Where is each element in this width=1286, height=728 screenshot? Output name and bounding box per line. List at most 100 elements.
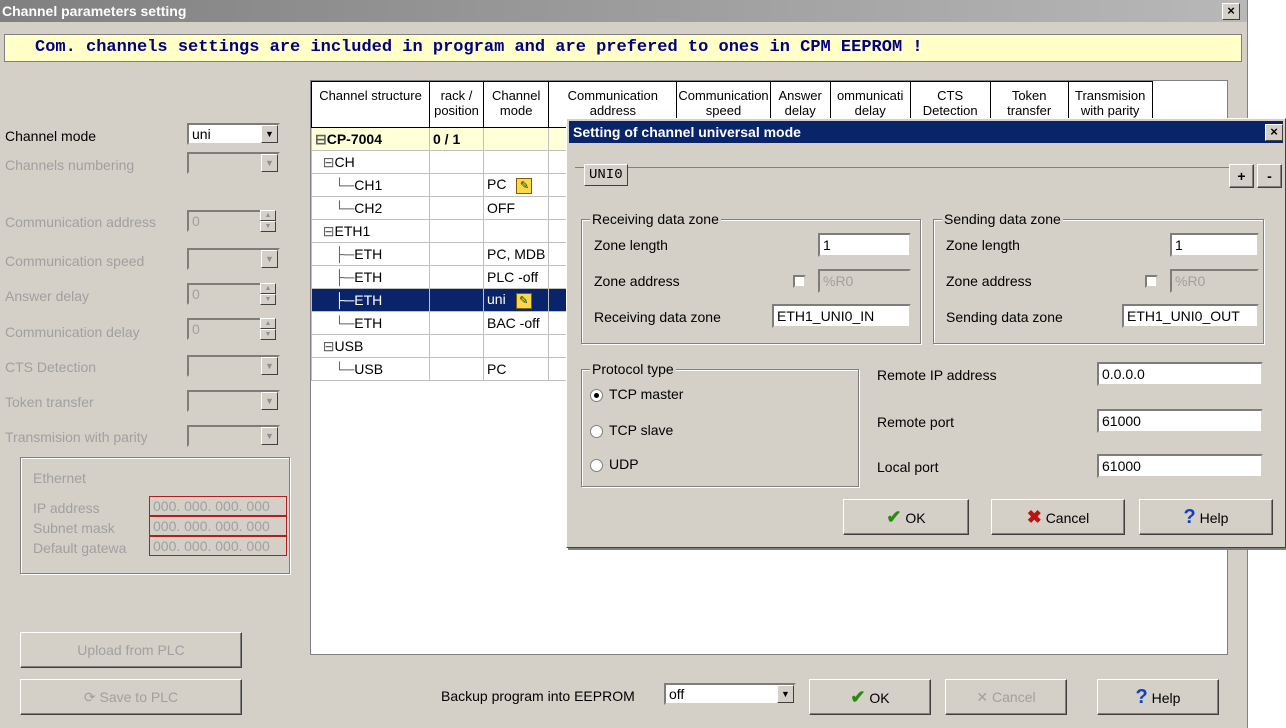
tx-address-checkbox[interactable]: [1145, 275, 1158, 288]
remote-port-field[interactable]: 61000: [1097, 409, 1263, 433]
tree-cell[interactable]: └─CH2: [311, 196, 430, 220]
tcp-slave-label[interactable]: TCP slave: [609, 422, 673, 438]
grid-header[interactable]: rack / position: [429, 81, 484, 128]
parity-select[interactable]: ▼: [187, 425, 280, 447]
edit-note-icon[interactable]: ✎: [515, 292, 532, 309]
channel-mode-cell[interactable]: uni ✎: [482, 288, 550, 312]
chevron-down-icon[interactable]: ▼: [261, 125, 278, 143]
tree-cell[interactable]: ├─ETH: [311, 265, 430, 289]
backup-select[interactable]: off ▼: [664, 683, 796, 705]
udp-radio[interactable]: [590, 459, 603, 472]
tree-cell[interactable]: └─CH1: [311, 173, 430, 197]
tx-address-label: Zone address: [946, 273, 1032, 289]
channel-mode-cell[interactable]: PC: [482, 357, 550, 381]
channel-mode-select[interactable]: uni ▼: [187, 123, 280, 145]
tree-branch-icon[interactable]: ⊟: [315, 154, 335, 170]
tree-branch-icon[interactable]: ⊟: [315, 338, 335, 354]
chevron-down-icon[interactable]: ▼: [261, 154, 278, 172]
tree-branch-icon[interactable]: └─: [315, 200, 354, 216]
tx-zone-field[interactable]: ETH1_UNI0_OUT: [1122, 304, 1259, 328]
tree-cell[interactable]: ├─ETH: [311, 288, 430, 312]
tree-cell[interactable]: ├─ETH: [311, 242, 430, 266]
spin-down-icon[interactable]: ▼: [260, 221, 276, 232]
comm-delay-label: Communication delay: [5, 324, 140, 340]
help-button[interactable]: ? Help: [1097, 679, 1219, 715]
tx-address-field[interactable]: %R0: [1170, 269, 1259, 293]
tree-cell[interactable]: ⊟CH: [311, 150, 430, 174]
spin-down-icon[interactable]: ▼: [260, 294, 276, 305]
edit-note-icon[interactable]: ✎: [516, 177, 533, 194]
close-icon[interactable]: ×: [1265, 124, 1283, 141]
tcp-master-radio[interactable]: [590, 389, 603, 402]
tree-cell[interactable]: ⊟USB: [311, 334, 430, 358]
answer-delay-spinner[interactable]: 0 ▲ ▼: [187, 283, 276, 305]
add-tab-button[interactable]: +: [1229, 164, 1254, 188]
close-icon[interactable]: ×: [1222, 3, 1240, 20]
tree-branch-icon[interactable]: └─: [315, 177, 354, 193]
tcp-master-label[interactable]: TCP master: [609, 386, 683, 402]
tree-cell[interactable]: ⊟CP-7004: [311, 127, 430, 151]
tree-cell[interactable]: └─ETH: [311, 311, 430, 335]
grid-header[interactable]: Channel structure: [311, 81, 430, 128]
tree-cell[interactable]: └─USB: [311, 357, 430, 381]
dialog-cancel-button[interactable]: ✖ Cancel: [991, 499, 1125, 535]
spin-up-icon[interactable]: ▲: [260, 318, 276, 329]
tree-branch-icon[interactable]: ⊟: [315, 131, 327, 147]
local-port-field[interactable]: 61000: [1097, 454, 1263, 478]
tree-branch-icon[interactable]: ├─: [315, 292, 354, 308]
udp-label[interactable]: UDP: [609, 456, 639, 472]
spin-up-icon[interactable]: ▲: [260, 283, 276, 294]
channel-mode-value: PC, MDB: [487, 246, 546, 262]
save-button[interactable]: ⟳ Save to PLC: [20, 679, 242, 715]
tcp-slave-radio[interactable]: [590, 425, 603, 438]
tab-uni0[interactable]: UNI0: [584, 164, 628, 186]
channel-mode-cell[interactable]: [482, 150, 550, 174]
comm-delay-spinner[interactable]: 0 ▲ ▼: [187, 318, 276, 340]
rx-length-field[interactable]: 1: [818, 233, 911, 257]
comm-speed-select[interactable]: ▼: [187, 248, 280, 270]
channel-mode-cell[interactable]: [482, 334, 550, 358]
rx-address-checkbox[interactable]: [793, 275, 806, 288]
channels-numbering-select[interactable]: ▼: [187, 152, 280, 174]
channel-mode-value: OFF: [487, 200, 515, 216]
tx-zone-label: Sending data zone: [946, 309, 1063, 325]
dialog-ok-button[interactable]: ✔ OK: [843, 499, 969, 535]
channel-mode-cell[interactable]: BAC -off: [482, 311, 550, 335]
spin-down-icon[interactable]: ▼: [260, 329, 276, 340]
tree-branch-icon[interactable]: ├─: [315, 246, 354, 262]
tree-branch-icon[interactable]: ⊟: [315, 223, 335, 239]
channel-mode-cell[interactable]: [482, 127, 550, 151]
channel-mode-cell[interactable]: PLC -off: [482, 265, 550, 289]
rack-position-cell: 0 / 1: [429, 127, 484, 151]
tree-branch-icon[interactable]: └─: [315, 361, 354, 377]
dialog-help-button[interactable]: ? Help: [1139, 499, 1273, 535]
remove-tab-button[interactable]: -: [1257, 164, 1282, 188]
token-select[interactable]: ▼: [187, 390, 280, 412]
tree-branch-icon[interactable]: ├─: [315, 269, 354, 285]
ip-field[interactable]: 000. 000. 000. 000: [149, 496, 287, 516]
cancel-button[interactable]: ✕ Cancel: [945, 679, 1067, 715]
chevron-down-icon[interactable]: ▼: [777, 685, 794, 703]
chevron-down-icon[interactable]: ▼: [261, 392, 278, 410]
channel-mode-cell[interactable]: [482, 219, 550, 243]
upload-button[interactable]: Upload from PLC: [20, 632, 242, 668]
gateway-field[interactable]: 000. 000. 000. 000: [149, 536, 287, 556]
channel-mode-cell[interactable]: PC ✎: [482, 173, 550, 197]
mask-field[interactable]: 000. 000. 000. 000: [149, 516, 287, 536]
rx-address-field[interactable]: %R0: [818, 269, 911, 293]
chevron-down-icon[interactable]: ▼: [261, 427, 278, 445]
channel-mode-cell[interactable]: OFF: [482, 196, 550, 220]
remote-ip-field[interactable]: 0.0.0.0: [1097, 362, 1263, 386]
rx-zone-field[interactable]: ETH1_UNI0_IN: [772, 304, 911, 328]
chevron-down-icon[interactable]: ▼: [261, 250, 278, 268]
ok-button[interactable]: ✔ OK: [809, 679, 931, 715]
tree-cell[interactable]: ⊟ETH1: [311, 219, 430, 243]
grid-header[interactable]: Channel mode: [482, 81, 550, 128]
channel-mode-cell[interactable]: PC, MDB: [482, 242, 550, 266]
spin-up-icon[interactable]: ▲: [260, 210, 276, 221]
chevron-down-icon[interactable]: ▼: [261, 357, 278, 375]
tree-branch-icon[interactable]: └─: [315, 315, 354, 331]
comm-address-spinner[interactable]: 0 ▲ ▼: [187, 210, 276, 232]
tx-length-field[interactable]: 1: [1170, 233, 1259, 257]
cts-select[interactable]: ▼: [187, 355, 280, 377]
